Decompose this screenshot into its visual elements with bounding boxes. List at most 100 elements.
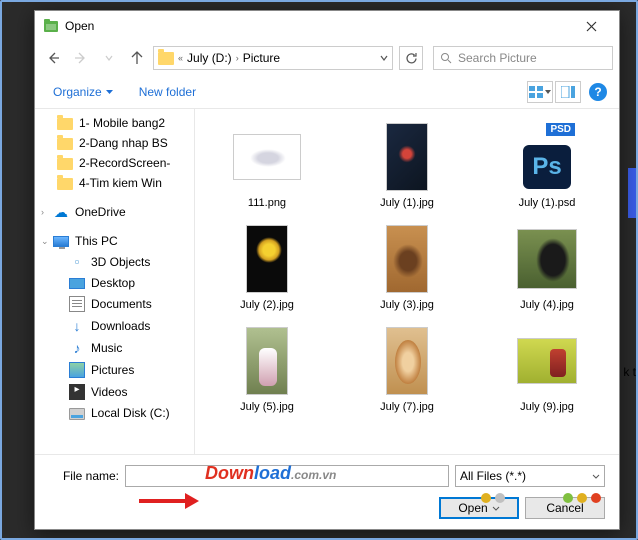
file-item[interactable]: July (9).jpg — [479, 321, 615, 417]
breadcrumb[interactable]: « July (D:) › Picture — [153, 46, 393, 70]
preview-pane-button[interactable] — [555, 81, 581, 103]
refresh-button[interactable] — [399, 46, 423, 70]
sidebar-item-onedrive[interactable]: › ☁ OneDrive — [35, 201, 194, 223]
view-mode-button[interactable] — [527, 81, 553, 103]
sidebar-item-folder[interactable]: 2-Dang nhap BS — [35, 133, 194, 153]
cancel-button[interactable]: Cancel — [525, 497, 605, 519]
desktop-icon — [69, 278, 85, 289]
organize-button[interactable]: Organize — [47, 81, 119, 103]
search-icon — [440, 52, 452, 64]
back-button[interactable] — [41, 46, 65, 70]
recent-button[interactable] — [97, 46, 121, 70]
pc-icon — [53, 236, 69, 247]
item-label: 3D Objects — [91, 255, 150, 269]
search-input[interactable]: Search Picture — [433, 46, 613, 70]
sidebar-item-this-pc[interactable]: ⌄ This PC — [35, 231, 194, 251]
filename-input[interactable] — [125, 465, 449, 487]
disk-icon — [69, 408, 85, 420]
image-thumbnail — [386, 327, 428, 395]
arrow-right-icon — [74, 51, 88, 65]
sidebar-item-disk[interactable]: Local Disk (C:) — [35, 403, 194, 423]
sidebar-item-folder[interactable]: 2-RecordScreen- — [35, 153, 194, 173]
dropdown-icon — [106, 90, 113, 94]
chevron-right-icon: › — [236, 53, 239, 63]
file-item[interactable]: July (3).jpg — [339, 219, 475, 315]
sidebar-item-dl[interactable]: ↓ Downloads — [35, 315, 194, 337]
sidebar-item-folder[interactable]: 1- Mobile bang2 — [35, 113, 194, 133]
chevron-down-icon[interactable] — [380, 54, 388, 62]
image-thumbnail — [246, 327, 288, 395]
folder-label: 1- Mobile bang2 — [79, 116, 165, 130]
file-type-filter[interactable]: All Files (*.*) — [455, 465, 605, 487]
file-name: July (1).psd — [519, 197, 576, 209]
folder-label: 4-Tim kiem Win — [79, 176, 162, 190]
folder-label: 2-Dang nhap BS — [79, 136, 168, 150]
file-name: July (2).jpg — [240, 299, 294, 311]
refresh-icon — [405, 52, 418, 65]
help-button[interactable]: ? — [589, 83, 607, 101]
file-item[interactable]: July (4).jpg — [479, 219, 615, 315]
app-icon — [43, 18, 59, 34]
image-thumbnail — [233, 134, 301, 180]
new-folder-button[interactable]: New folder — [133, 81, 202, 103]
sidebar-item-pic[interactable]: Pictures — [35, 359, 194, 381]
folder-label: 2-RecordScreen- — [79, 156, 170, 170]
filename-label: File name: — [49, 469, 119, 483]
titlebar: Open — [35, 11, 619, 41]
forward-button[interactable] — [69, 46, 93, 70]
open-label: Open — [458, 501, 487, 515]
close-button[interactable] — [571, 11, 611, 41]
organize-label: Organize — [53, 85, 102, 99]
chevron-down-icon — [105, 54, 113, 62]
sidebar-item-doc[interactable]: Documents — [35, 293, 194, 315]
image-thumbnail — [386, 123, 428, 191]
file-list-pane[interactable]: 111.pngJuly (1).jpgPSDPsJuly (1).psdJuly… — [195, 109, 619, 454]
3d-icon: ▫ — [69, 254, 85, 270]
pic-icon — [69, 362, 85, 378]
item-label: Documents — [91, 297, 152, 311]
image-thumbnail — [246, 225, 288, 293]
close-icon — [586, 21, 597, 32]
dl-icon: ↓ — [69, 318, 85, 334]
address-bar: « July (D:) › Picture Search Picture — [35, 41, 619, 75]
toolbar: Organize New folder ? — [35, 75, 619, 109]
item-label: Desktop — [91, 276, 135, 290]
folder-icon — [57, 158, 73, 170]
file-grid: 111.pngJuly (1).jpgPSDPsJuly (1).psdJuly… — [199, 117, 615, 417]
file-item[interactable]: July (7).jpg — [339, 321, 475, 417]
image-thumbnail — [386, 225, 428, 293]
preview-icon — [561, 86, 575, 98]
file-name: July (5).jpg — [240, 401, 294, 413]
up-button[interactable] — [125, 46, 149, 70]
item-label: Music — [91, 341, 122, 355]
file-item[interactable]: PSDPsJuly (1).psd — [479, 117, 615, 213]
file-name: July (1).jpg — [380, 197, 434, 209]
file-name: July (9).jpg — [520, 401, 574, 413]
file-item[interactable]: July (1).jpg — [339, 117, 475, 213]
file-name: 111.png — [248, 197, 286, 209]
file-item[interactable]: July (5).jpg — [199, 321, 335, 417]
path-prefix: « — [178, 53, 183, 63]
search-placeholder: Search Picture — [458, 51, 537, 65]
collapse-icon[interactable]: ⌄ — [41, 236, 49, 247]
bottom-bar: File name: All Files (*.*) Open Cancel D… — [35, 454, 619, 529]
item-label: Downloads — [91, 319, 150, 333]
dropdown-icon — [545, 90, 551, 94]
dialog-body: 1- Mobile bang2 2-Dang nhap BS 2-RecordScr… — [35, 109, 619, 454]
path-segment-drive[interactable]: July (D:) — [187, 51, 232, 65]
path-segment-folder[interactable]: Picture — [243, 51, 280, 65]
sidebar-item-3d[interactable]: ▫ 3D Objects — [35, 251, 194, 273]
sidebar-item-desktop[interactable]: Desktop — [35, 273, 194, 293]
sidebar-item-vid[interactable]: Videos — [35, 381, 194, 403]
background-accent — [628, 168, 638, 218]
doc-icon — [69, 296, 85, 312]
sidebar-item-music[interactable]: ♪Music — [35, 337, 194, 359]
onedrive-label: OneDrive — [75, 205, 126, 219]
open-button[interactable]: Open — [439, 497, 519, 519]
file-item[interactable]: 111.png — [199, 117, 335, 213]
file-item[interactable]: July (2).jpg — [199, 219, 335, 315]
image-thumbnail — [517, 229, 577, 289]
expand-icon[interactable]: › — [41, 207, 44, 217]
navigation-pane[interactable]: 1- Mobile bang2 2-Dang nhap BS 2-RecordScr… — [35, 109, 195, 454]
sidebar-item-folder[interactable]: 4-Tim kiem Win — [35, 173, 194, 193]
